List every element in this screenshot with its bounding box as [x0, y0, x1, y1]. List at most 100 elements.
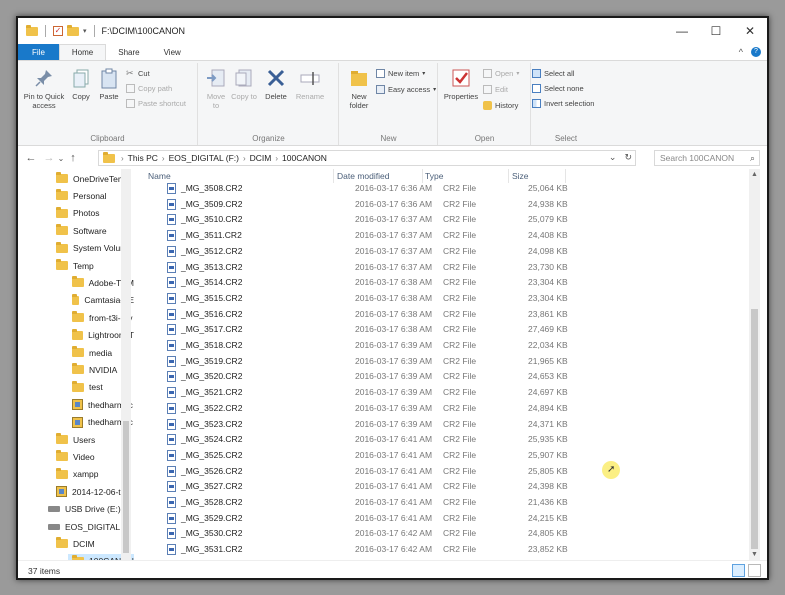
tab-view[interactable]: View: [152, 44, 193, 60]
tab-file[interactable]: File: [18, 44, 59, 60]
properties-quick-icon[interactable]: ✓: [53, 26, 63, 36]
file-row[interactable]: _MG_3515.CR2 2016-03-17 6:38 AM CR2 File 23…: [138, 291, 738, 307]
file-name: _MG_3508.CR2: [181, 183, 243, 193]
file-row[interactable]: _MG_3526.CR2 2016-03-17 6:41 AM CR2 File 25…: [138, 464, 738, 480]
cr2-file-icon: [167, 355, 176, 367]
file-row[interactable]: _MG_3516.CR2 2016-03-17 6:38 AM CR2 File 23…: [138, 307, 738, 323]
delete-button[interactable]: Delete: [261, 67, 291, 101]
help-icon[interactable]: ?: [751, 47, 761, 57]
copy-to-label: Copy to: [231, 92, 257, 101]
tab-home[interactable]: Home: [58, 44, 107, 60]
divider: [45, 25, 46, 37]
nav-item-label: Photos: [73, 208, 100, 219]
file-date: 2016-03-17 6:38 AM: [355, 308, 433, 319]
scroll-down-icon[interactable]: ▼: [751, 551, 758, 558]
breadcrumb-this-pc[interactable]: This PC: [128, 153, 158, 163]
refresh-button[interactable]: ↻: [624, 152, 632, 163]
rename-button[interactable]: Rename: [293, 67, 327, 101]
new-item-button[interactable]: New item ▾: [376, 69, 425, 78]
select-none-button[interactable]: Select none: [532, 84, 584, 93]
open-button[interactable]: Open ▾: [483, 69, 519, 78]
file-row[interactable]: _MG_3514.CR2 2016-03-17 6:38 AM CR2 File 23…: [138, 275, 738, 291]
file-name: _MG_3529.CR2: [181, 512, 243, 523]
large-icons-view-button[interactable]: [748, 564, 761, 577]
file-row[interactable]: _MG_3523.CR2 2016-03-17 6:39 AM CR2 File 24…: [138, 417, 738, 433]
easy-access-button[interactable]: Easy access ▾: [376, 85, 436, 94]
copy-path-button[interactable]: Copy path: [126, 84, 172, 93]
back-button[interactable]: ←: [24, 152, 38, 164]
file-row[interactable]: _MG_3525.CR2 2016-03-17 6:41 AM CR2 File 25…: [138, 448, 738, 464]
file-date: 2016-03-17 6:39 AM: [355, 340, 433, 350]
properties-button[interactable]: Properties: [441, 67, 481, 101]
file-row[interactable]: _MG_3517.CR2 2016-03-17 6:38 AM CR2 File 27…: [138, 322, 738, 338]
file-size: 23,730 KB: [528, 261, 568, 272]
file-row[interactable]: _MG_3509.CR2 2016-03-17 6:36 AM CR2 File 24…: [138, 197, 738, 213]
file-row[interactable]: _MG_3524.CR2 2016-03-17 6:41 AM CR2 File 25…: [138, 432, 738, 448]
chevron-right-icon[interactable]: ›: [275, 154, 278, 163]
file-row[interactable]: _MG_3531.CR2 2016-03-17 6:42 AM CR2 File 23…: [138, 542, 738, 558]
pin-quick-access-button[interactable]: Pin to Quick access: [22, 67, 66, 110]
collapse-ribbon-icon[interactable]: ^: [739, 47, 743, 57]
new-folder-quick-icon[interactable]: [67, 24, 79, 36]
chevron-right-icon[interactable]: ›: [243, 154, 246, 163]
file-row[interactable]: _MG_3508.CR2 2016-03-17 6:36 AM CR2 File 25…: [138, 181, 738, 197]
folder-icon: [56, 189, 68, 201]
history-button[interactable]: History: [483, 101, 518, 110]
file-row[interactable]: _MG_3530.CR2 2016-03-17 6:42 AM CR2 File 24…: [138, 526, 738, 542]
file-row[interactable]: _MG_3510.CR2 2016-03-17 6:37 AM CR2 File 25…: [138, 212, 738, 228]
file-row[interactable]: _MG_3521.CR2 2016-03-17 6:39 AM CR2 File 24…: [138, 385, 738, 401]
file-row[interactable]: _MG_3520.CR2 2016-03-17 6:39 AM CR2 File 24…: [138, 369, 738, 385]
close-button[interactable]: ✕: [733, 18, 767, 44]
file-size: 25,064 KB: [528, 183, 568, 193]
file-row[interactable]: _MG_3513.CR2 2016-03-17 6:37 AM CR2 File 23…: [138, 260, 738, 276]
copy-button[interactable]: Copy: [68, 67, 94, 101]
breadcrumb-100canon[interactable]: 100CANON: [282, 153, 327, 163]
tab-share[interactable]: Share: [106, 44, 151, 60]
search-input[interactable]: Search 100CANON ⌕: [654, 150, 760, 166]
paste-shortcut-button[interactable]: Paste shortcut: [126, 99, 186, 108]
file-row[interactable]: _MG_3511.CR2 2016-03-17 6:37 AM CR2 File 24…: [138, 228, 738, 244]
details-view-button[interactable]: [732, 564, 745, 577]
search-icon[interactable]: ⌕: [750, 153, 755, 164]
breadcrumb-dcim[interactable]: DCIM: [250, 153, 272, 163]
move-to-button[interactable]: Move to: [203, 67, 229, 110]
file-row[interactable]: _MG_3527.CR2 2016-03-17 6:41 AM CR2 File 24…: [138, 479, 738, 495]
new-folder-button[interactable]: New folder: [344, 67, 374, 110]
chevron-right-icon[interactable]: ›: [162, 154, 165, 163]
file-size: 24,098 KB: [528, 245, 568, 256]
recent-locations-button[interactable]: ⌄: [56, 154, 66, 163]
edit-button[interactable]: Edit: [483, 85, 508, 94]
cut-label: Cut: [138, 69, 150, 78]
maximize-button[interactable]: ☐: [699, 18, 733, 44]
file-list-scroll-thumb[interactable]: [751, 309, 758, 549]
cut-button[interactable]: ✂ Cut: [126, 69, 150, 79]
file-name: _MG_3525.CR2: [181, 449, 243, 460]
file-row[interactable]: _MG_3529.CR2 2016-03-17 6:41 AM CR2 File 24…: [138, 511, 738, 527]
file-row[interactable]: _MG_3512.CR2 2016-03-17 6:37 AM CR2 File 24…: [138, 244, 738, 260]
select-all-button[interactable]: Select all: [532, 69, 574, 78]
file-date: 2016-03-17 6:38 AM: [355, 292, 433, 303]
drive-icon: [48, 506, 60, 513]
file-list-scrollbar[interactable]: ▲ ▼: [749, 169, 760, 560]
file-row[interactable]: _MG_3522.CR2 2016-03-17 6:39 AM CR2 File 24…: [138, 401, 738, 417]
nav-scroll-thumb[interactable]: [123, 421, 129, 553]
forward-button[interactable]: →: [42, 152, 56, 164]
customize-quick-access-icon[interactable]: ▾: [83, 27, 87, 35]
paste-button[interactable]: Paste: [96, 67, 122, 101]
file-type: CR2 File: [443, 214, 477, 225]
copy-path-label: Copy path: [138, 84, 173, 93]
address-dropdown-button[interactable]: ⌄: [609, 152, 617, 163]
address-field[interactable]: › This PC › EOS_DIGITAL (F:) › DCIM › 10…: [98, 150, 636, 166]
minimize-button[interactable]: —: [665, 18, 699, 44]
scroll-up-icon[interactable]: ▲: [751, 171, 758, 178]
file-row[interactable]: _MG_3519.CR2 2016-03-17 6:39 AM CR2 File 21…: [138, 354, 738, 370]
invert-selection-button[interactable]: Invert selection: [532, 99, 594, 108]
copy-to-button[interactable]: Copy to: [231, 67, 257, 101]
file-name: _MG_3522.CR2: [181, 402, 243, 413]
file-size: 24,697 KB: [528, 387, 568, 398]
file-row[interactable]: _MG_3518.CR2 2016-03-17 6:39 AM CR2 File 22…: [138, 338, 738, 354]
file-row[interactable]: _MG_3528.CR2 2016-03-17 6:41 AM CR2 File 21…: [138, 495, 738, 511]
breadcrumb-drive[interactable]: EOS_DIGITAL (F:): [169, 153, 239, 163]
nav-scrollbar[interactable]: [121, 169, 131, 560]
up-button[interactable]: ↑: [66, 152, 80, 164]
